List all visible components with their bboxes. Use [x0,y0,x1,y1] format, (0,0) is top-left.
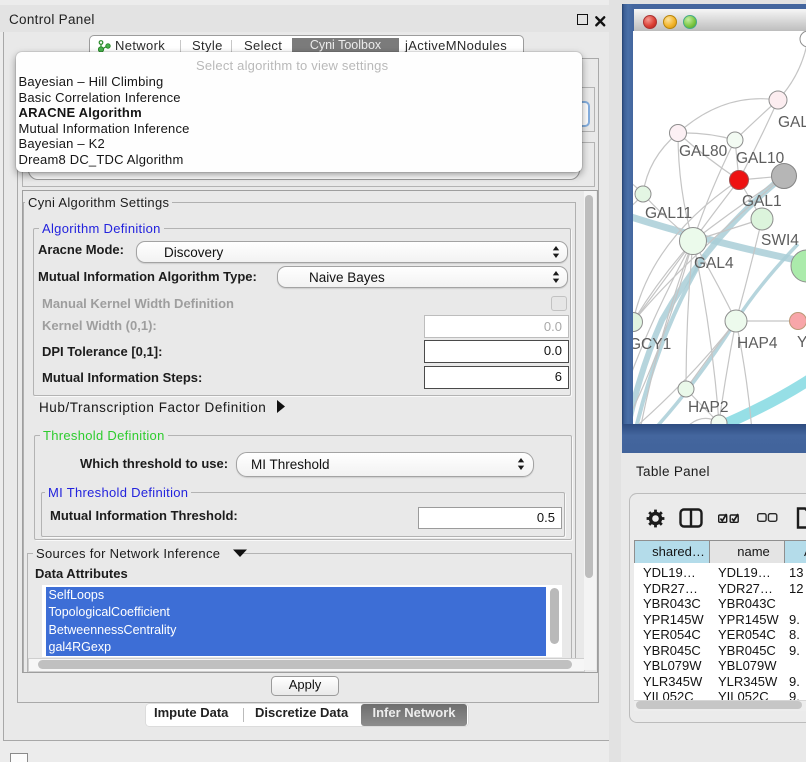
svg-text:SWI4: SWI4 [761,232,799,249]
svg-text:HAP2: HAP2 [688,399,729,416]
svg-text:GAL10: GAL10 [736,150,785,167]
svg-text:Y: Y [797,334,806,351]
svg-text:GAL2: GAL2 [778,114,806,131]
svg-text:HAP4: HAP4 [737,335,778,352]
svg-text:GCY1: GCY1 [633,336,671,353]
svg-text:GAL1: GAL1 [742,193,782,210]
svg-text:GAL80: GAL80 [679,143,728,160]
svg-text:GAL11: GAL11 [645,205,692,222]
svg-text:GAL4: GAL4 [694,255,734,272]
